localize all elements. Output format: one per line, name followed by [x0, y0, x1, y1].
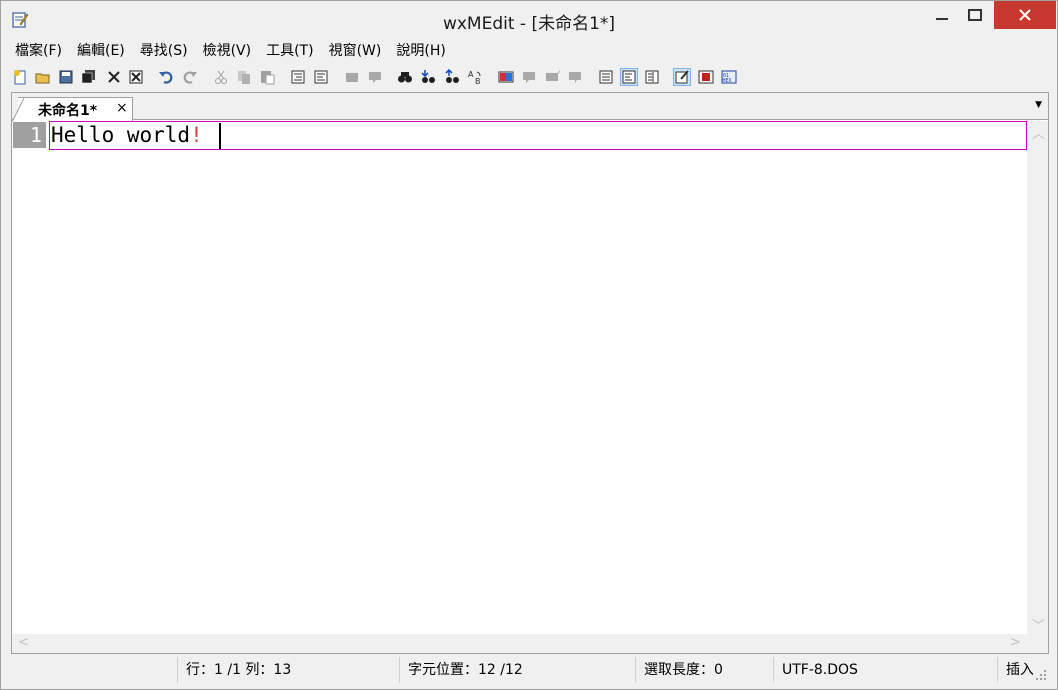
find-icon[interactable]	[396, 68, 414, 86]
status-bar: 行：1 /1 列：13 字元位置：12 /12 選取長度：0 UTF-8.DOS…	[11, 657, 1049, 683]
tab-strip: 未命名1* × ▼	[12, 93, 1048, 122]
save-all-icon[interactable]	[80, 68, 98, 86]
word-wrap-icon[interactable]	[597, 68, 615, 86]
vertical-scrollbar[interactable]: ︿ ﹀	[1027, 121, 1048, 635]
paste-icon[interactable]	[258, 68, 276, 86]
close-file-icon[interactable]	[105, 68, 123, 86]
toolbar: AB 01 HEX	[9, 66, 1049, 90]
menu-help[interactable]: 說明(H)	[388, 39, 452, 63]
save-icon[interactable]	[57, 68, 75, 86]
minimize-icon	[936, 18, 948, 20]
title-bar[interactable]: wxMEdit - [未命名1*]	[1, 1, 1057, 37]
status-line-col: 行：1 /1 列：13	[177, 657, 399, 683]
menu-file[interactable]: 檔案(F)	[7, 39, 69, 63]
status-char-position: 字元位置：12 /12	[399, 657, 635, 683]
editor-text-punctuation: !	[190, 123, 203, 147]
undo-icon[interactable]	[157, 68, 175, 86]
no-wrap-icon[interactable]	[620, 68, 638, 86]
open-file-icon[interactable]	[34, 68, 52, 86]
edit-mode-icon[interactable]	[673, 68, 691, 86]
column-edit-icon[interactable]	[697, 68, 715, 86]
hex-mode-icon[interactable]	[543, 68, 561, 86]
find-previous-icon[interactable]	[443, 68, 461, 86]
text-mode-icon[interactable]	[497, 68, 515, 86]
svg-text:B: B	[475, 77, 481, 85]
scroll-up-icon[interactable]: ︿	[1032, 123, 1045, 142]
menu-edit[interactable]: 編輯(E)	[69, 39, 132, 63]
column-mode-icon[interactable]	[520, 68, 538, 86]
scrollbar-corner	[1027, 634, 1048, 653]
cut-icon[interactable]	[212, 68, 230, 86]
editor-frame: 未命名1* × ▼ 1 Hello world! ︿ ﹀ < >	[11, 92, 1049, 654]
app-window: wxMEdit - [未命名1*] 檔案(F) 編輯(E) 尋找(S) 檢視(V…	[0, 0, 1058, 690]
line-number: 1	[29, 123, 42, 147]
maximize-button[interactable]	[952, 1, 998, 29]
tab-list-dropdown-icon[interactable]: ▼	[1035, 100, 1042, 110]
hex-view-icon[interactable]: 01 HEX	[720, 68, 738, 86]
scroll-right-icon[interactable]: >	[1010, 635, 1021, 650]
tab-close-button[interactable]: ×	[116, 100, 128, 116]
editor-text[interactable]: Hello world!	[51, 122, 203, 148]
status-insert-mode[interactable]: 插入	[997, 657, 1033, 683]
unindent-icon[interactable]	[312, 68, 330, 86]
indent-icon[interactable]	[289, 68, 307, 86]
text-caret	[219, 123, 221, 149]
status-encoding[interactable]: UTF-8.DOS	[773, 657, 933, 683]
scroll-left-icon[interactable]: <	[18, 635, 29, 650]
maximize-icon	[968, 9, 982, 21]
editor-text-main: Hello world	[51, 123, 191, 147]
comment-icon[interactable]	[343, 68, 361, 86]
status-selection-length: 選取長度：0	[635, 657, 773, 683]
tab-label: 未命名1*	[38, 103, 98, 119]
status-empty	[11, 657, 177, 683]
status-spacer	[933, 657, 997, 683]
tab-untitled-1[interactable]: 未命名1* ×	[12, 97, 133, 122]
menu-view[interactable]: 檢視(V)	[195, 39, 259, 63]
horizontal-scrollbar[interactable]: < >	[12, 634, 1027, 653]
tab-slope	[12, 98, 24, 122]
close-all-icon[interactable]	[127, 68, 145, 86]
menu-bar: 檔案(F) 編輯(E) 尋找(S) 檢視(V) 工具(T) 視窗(W) 說明(H…	[7, 39, 453, 63]
copy-icon[interactable]	[235, 68, 253, 86]
menu-search[interactable]: 尋找(S)	[132, 39, 195, 63]
svg-text:A: A	[468, 70, 474, 79]
redo-icon[interactable]	[181, 68, 199, 86]
close-icon	[1019, 9, 1031, 21]
new-file-icon[interactable]	[11, 68, 29, 86]
close-window-button[interactable]	[994, 1, 1056, 29]
svg-text:HEX: HEX	[723, 78, 732, 84]
uncomment-icon[interactable]	[366, 68, 384, 86]
scroll-down-icon[interactable]: ﹀	[1032, 615, 1045, 634]
menu-tools[interactable]: 工具(T)	[258, 39, 320, 63]
window-title: wxMEdit - [未命名1*]	[442, 14, 616, 34]
replace-icon[interactable]: AB	[466, 68, 484, 86]
find-next-icon[interactable]	[419, 68, 437, 86]
line-number-gutter: 1	[13, 122, 46, 148]
resize-grip-icon[interactable]	[1035, 669, 1047, 681]
bookmark-icon[interactable]	[566, 68, 584, 86]
wrap-by-column-icon[interactable]	[643, 68, 661, 86]
menu-window[interactable]: 視窗(W)	[321, 39, 389, 63]
